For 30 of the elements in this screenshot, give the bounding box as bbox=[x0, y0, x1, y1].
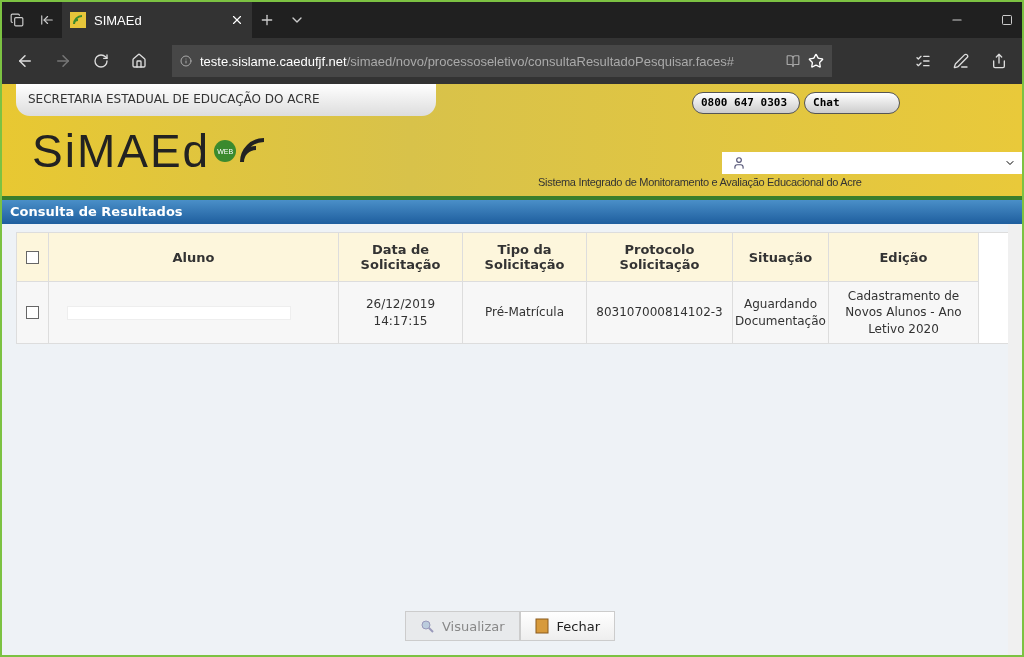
reading-view-icon[interactable] bbox=[786, 54, 800, 68]
user-icon bbox=[732, 156, 746, 170]
close-button[interactable]: Fechar bbox=[519, 611, 615, 641]
checkbox[interactable] bbox=[26, 250, 39, 264]
table-cell: Aguardando Documentação bbox=[733, 281, 829, 343]
column-header: Situação bbox=[733, 233, 829, 281]
organization-name: SECRETARIA ESTADUAL DE EDUCAÇÃO DO ACRE bbox=[16, 84, 436, 116]
address-field[interactable]: teste.sislame.caedufjf.net/simaed/novo/processoseletivo/consultaResultadoPesquisar.faces# bbox=[172, 45, 832, 77]
chat-button[interactable]: Chat bbox=[804, 92, 901, 114]
table-cell: 26/12/2019 14:17:15 bbox=[339, 281, 463, 343]
favicon-icon bbox=[70, 12, 86, 28]
column-header: Tipo da Solicitação bbox=[463, 233, 587, 281]
phone-badge: 0800 647 0303 bbox=[692, 92, 801, 114]
column-header: Edição bbox=[829, 233, 979, 281]
table-cell: Cadastramento de Novos Alunos - Ano Letivo 2020 bbox=[829, 281, 979, 343]
star-icon[interactable] bbox=[808, 53, 824, 69]
close-icon[interactable] bbox=[230, 13, 244, 27]
magnifier-icon bbox=[420, 619, 434, 633]
column-header: Data de Solicitação bbox=[339, 233, 463, 281]
table-cell: 803107000814102-3 bbox=[587, 281, 733, 343]
system-subtitle: Sistema Integrado de Monitoramento e Avaliação Educacional do Acre bbox=[538, 176, 862, 188]
checkbox[interactable] bbox=[26, 306, 39, 319]
column-header: Protocolo Solicitação bbox=[587, 233, 733, 281]
door-icon bbox=[534, 618, 549, 634]
browser-tab[interactable]: SIMAEd bbox=[62, 2, 252, 38]
page-title: Consulta de Resultados bbox=[2, 200, 1022, 224]
info-icon[interactable] bbox=[180, 55, 192, 67]
column-header: Aluno bbox=[49, 233, 339, 281]
logo-text: SiMAEd bbox=[32, 124, 211, 178]
table-cell: Pré-Matrícula bbox=[463, 281, 587, 343]
